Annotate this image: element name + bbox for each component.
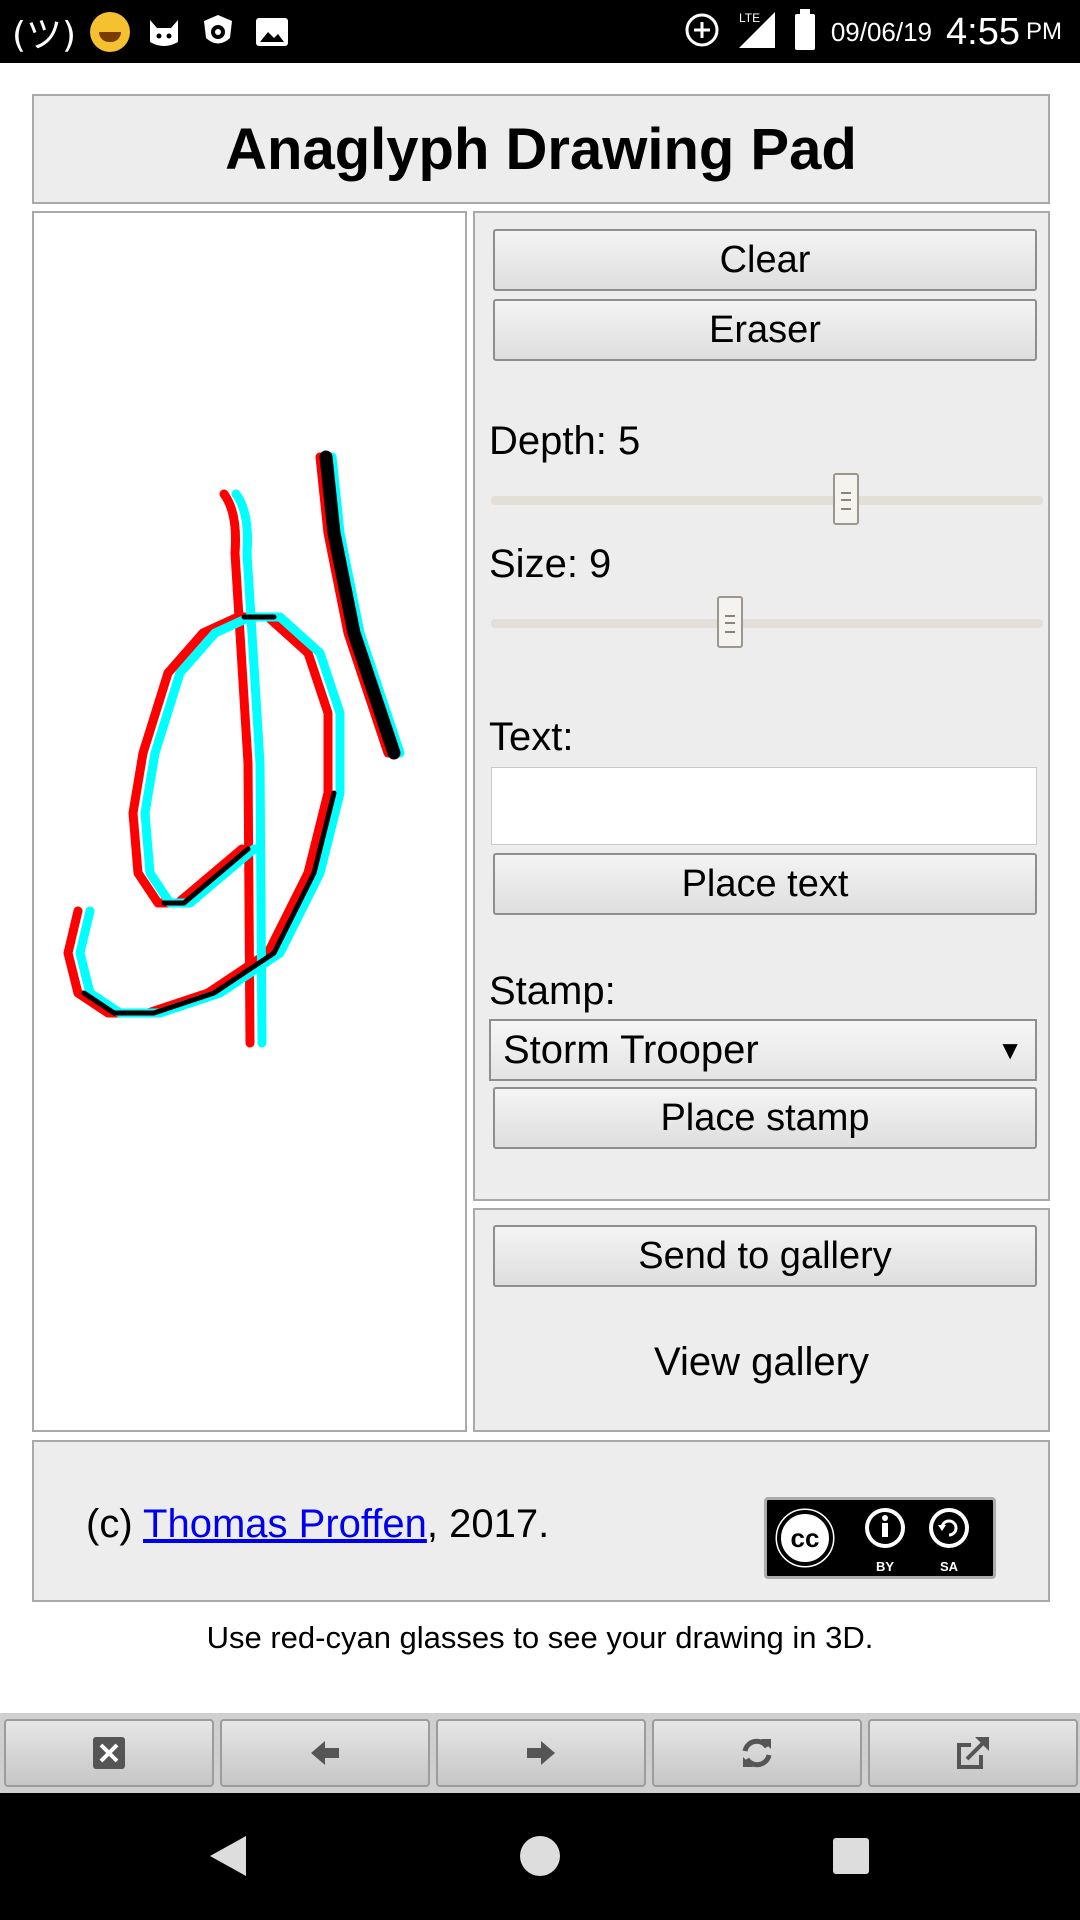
- footer-panel: (c) Thomas Proffen, 2017. cc BY SA: [32, 1440, 1050, 1602]
- forward-arrow-icon: [527, 1741, 555, 1765]
- copyright-prefix: (c): [86, 1502, 144, 1546]
- size-slider-track: [491, 619, 1043, 628]
- shield-icon: [198, 12, 238, 52]
- kaomoji-notification: (ツ): [12, 15, 77, 56]
- stamp-select-value: Storm Trooper: [503, 1027, 759, 1072]
- status-date: 09/06/19: [830, 16, 933, 47]
- anaglyph-drawing: [63, 450, 405, 1048]
- grinning-emoji-icon: [90, 12, 131, 52]
- open-external-button[interactable]: [868, 1719, 1078, 1787]
- view-gallery-link[interactable]: View gallery: [475, 1340, 1048, 1385]
- send-to-gallery-button[interactable]: Send to gallery: [493, 1225, 1037, 1287]
- depth-slider-thumb[interactable]: [833, 473, 859, 525]
- refresh-icon: [742, 1738, 772, 1768]
- depth-label: Depth: 5: [489, 419, 641, 463]
- hint-text: Use red-cyan glasses to see your drawing…: [206, 1620, 874, 1655]
- text-label: Text:: [489, 715, 574, 759]
- clear-button[interactable]: Clear: [493, 229, 1037, 291]
- battery-icon: [793, 8, 817, 56]
- gallery-panel: Send to gallery View gallery: [473, 1208, 1050, 1432]
- status-time: 4:55: [946, 10, 1020, 53]
- forward-button[interactable]: [436, 1719, 646, 1787]
- drawing-canvas[interactable]: [32, 211, 467, 1432]
- size-label: Size: 9: [489, 542, 612, 586]
- signal-icon: LTE: [735, 8, 779, 57]
- back-arrow-icon: [311, 1741, 339, 1765]
- dropdown-arrow-icon: ▼: [997, 1035, 1023, 1065]
- open-external-icon: [957, 1737, 989, 1769]
- browser-toolbar: [0, 1713, 1080, 1793]
- data-saver-icon: [683, 11, 721, 54]
- home-circle-icon[interactable]: [520, 1836, 560, 1876]
- image-icon: [252, 12, 292, 52]
- stamp-select[interactable]: Storm Trooper ▼: [489, 1019, 1037, 1081]
- svg-text:SA: SA: [940, 1559, 959, 1574]
- status-ampm: PM: [1026, 18, 1062, 45]
- copyright-suffix: , 2017.: [426, 1502, 550, 1546]
- copyright-text: (c) Thomas Proffen, 2017.: [86, 1502, 549, 1547]
- svg-text:cc: cc: [791, 1523, 820, 1553]
- cat-icon: [144, 12, 184, 52]
- svg-text:LTE: LTE: [739, 11, 760, 25]
- controls-panel: Clear Eraser Depth: 5 Size: 9 Text: Plac…: [473, 211, 1050, 1201]
- back-triangle-icon[interactable]: [210, 1836, 246, 1876]
- title-panel: Anaglyph Drawing Pad: [32, 94, 1050, 204]
- cc-by-sa-icon: cc BY SA: [772, 1505, 988, 1574]
- android-nav-bar: [0, 1793, 1080, 1920]
- eraser-button[interactable]: Eraser: [493, 299, 1037, 361]
- depth-slider-track: [491, 496, 1043, 505]
- place-stamp-button[interactable]: Place stamp: [493, 1087, 1037, 1149]
- nav-icons: [210, 1836, 869, 1876]
- back-button[interactable]: [220, 1719, 430, 1787]
- depth-slider[interactable]: [491, 473, 1043, 529]
- stamp-label: Stamp:: [489, 969, 616, 1013]
- page-title: Anaglyph Drawing Pad: [225, 116, 857, 182]
- svg-text:BY: BY: [876, 1559, 894, 1574]
- cc-license-badge[interactable]: cc BY SA: [764, 1497, 996, 1579]
- size-slider-thumb[interactable]: [717, 596, 743, 648]
- close-icon: [93, 1737, 125, 1769]
- size-slider[interactable]: [491, 596, 1043, 652]
- close-button[interactable]: [4, 1719, 214, 1787]
- status-bar: (ツ) LTE 09/06/19 4:55 PM: [0, 0, 1080, 63]
- author-link[interactable]: Thomas Proffen: [143, 1502, 427, 1546]
- recents-square-icon[interactable]: [833, 1838, 869, 1874]
- place-text-button[interactable]: Place text: [493, 853, 1037, 915]
- refresh-button[interactable]: [652, 1719, 862, 1787]
- text-input[interactable]: [491, 767, 1037, 845]
